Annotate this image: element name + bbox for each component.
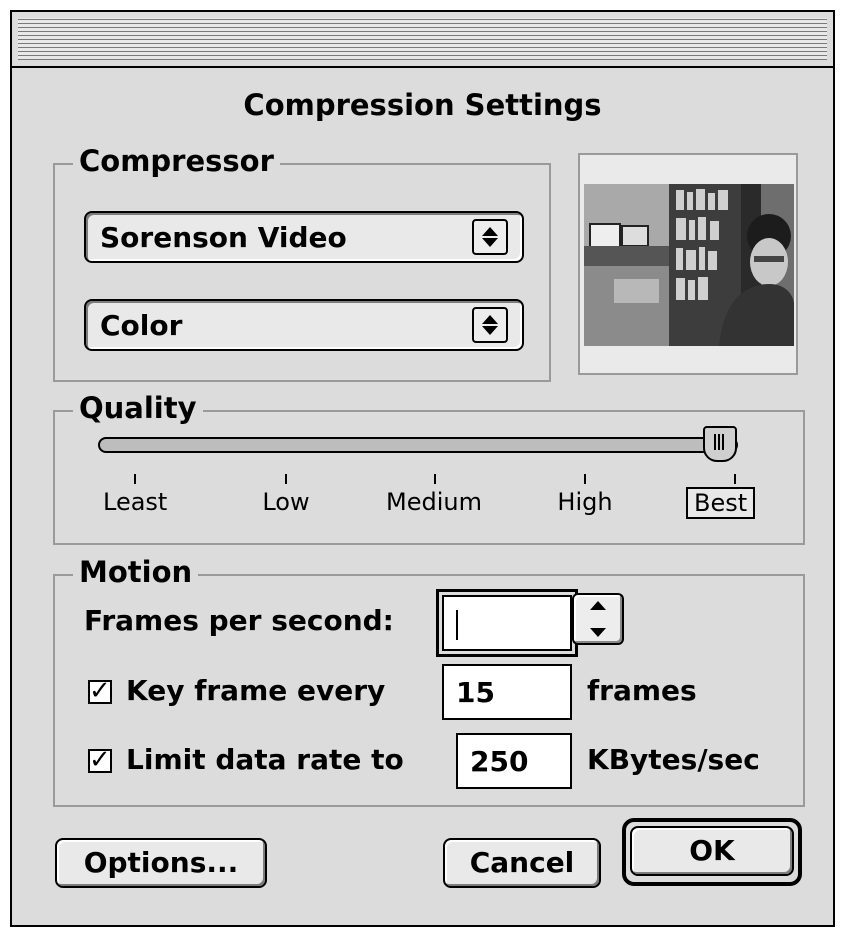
options-button[interactable]: Options... [55, 838, 267, 888]
motion-group-label: Motion [73, 552, 199, 592]
datarate-checkbox[interactable]: ✓ [88, 745, 112, 775]
keyframe-input[interactable]: 15 [442, 664, 572, 720]
quality-tick [434, 474, 436, 484]
cancel-button[interactable]: Cancel [443, 838, 601, 888]
quality-tick [584, 474, 586, 484]
quality-slider-track[interactable] [98, 437, 738, 453]
up-down-arrows-icon [472, 219, 508, 255]
dialog-title: Compression Settings [243, 88, 602, 122]
compressor-group-label: Compressor [73, 141, 280, 181]
quality-tick-label: Low [262, 488, 310, 516]
checkmark-icon: ✓ [89, 745, 111, 775]
codec-popup[interactable]: Sorenson Video [84, 211, 524, 263]
fps-label: Frames per second: [84, 604, 394, 637]
quality-tick-label: Least [103, 488, 168, 516]
quality-group: Quality [53, 388, 805, 545]
datarate-label[interactable]: Limit data rate to [126, 743, 404, 776]
fps-stepper[interactable] [572, 593, 624, 645]
keyframe-checkbox[interactable]: ✓ [88, 676, 112, 706]
keyframe-unit: frames [587, 674, 697, 707]
depth-popup-value: Color [100, 309, 183, 342]
datarate-input[interactable]: 250 [456, 733, 572, 789]
quality-tick-label: Medium [386, 488, 482, 516]
window-title-bar[interactable] [12, 12, 833, 68]
quality-tick [734, 474, 736, 484]
datarate-unit: KBytes/sec [587, 743, 760, 776]
up-arrow-icon [590, 601, 606, 610]
quality-group-label: Quality [73, 388, 203, 428]
checkmark-icon: ✓ [89, 676, 111, 706]
fps-input[interactable] [436, 589, 578, 657]
preview-frame [578, 153, 798, 375]
codec-popup-value: Sorenson Video [100, 221, 347, 254]
quality-tick [134, 474, 136, 484]
keyframe-label[interactable]: Key frame every [126, 674, 385, 707]
quality-tick [285, 474, 287, 484]
ok-button[interactable]: OK [630, 826, 794, 876]
text-caret [456, 610, 458, 640]
video-preview-image [584, 184, 794, 346]
up-down-arrows-icon [472, 307, 508, 343]
quality-tick-label-selected: Best [686, 487, 756, 519]
down-arrow-icon [590, 628, 606, 637]
quality-slider-thumb[interactable] [703, 426, 737, 462]
quality-tick-label: High [557, 488, 613, 516]
depth-popup[interactable]: Color [84, 299, 524, 351]
